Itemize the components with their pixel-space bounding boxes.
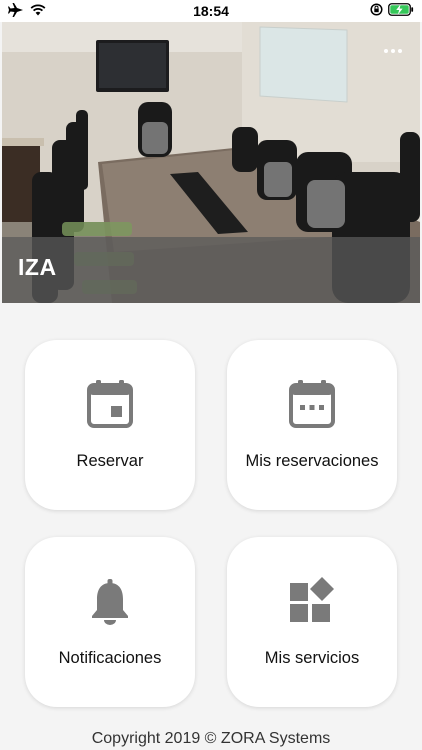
reservar-tile[interactable]: Reservar (25, 340, 195, 510)
mis-servicios-tile[interactable]: Mis servicios (227, 537, 397, 707)
tile-label: Notificaciones (58, 649, 162, 667)
notificaciones-tile[interactable]: Notificaciones (25, 537, 195, 707)
hero-title-overlay (2, 237, 420, 303)
battery-charging-icon (388, 3, 414, 16)
hero-title: IZA (18, 254, 57, 280)
more-options-button[interactable] (384, 46, 406, 56)
status-right (370, 3, 414, 16)
copyright-footer: Copyright 2019 © ZORA Systems (91, 730, 331, 747)
calendar-today-icon (87, 380, 133, 428)
more-dots-icon (384, 49, 388, 53)
rotation-lock-icon (370, 3, 383, 16)
bell-icon (92, 579, 128, 625)
widgets-icon (290, 577, 334, 622)
status-bar: 18:54 (0, 0, 422, 22)
mis-reservaciones-tile[interactable]: Mis reservaciones (227, 340, 397, 510)
hero-banner: IZA (2, 22, 420, 303)
calendar-list-icon (289, 380, 335, 428)
tile-label: Mis servicios (264, 649, 360, 667)
status-time: 18:54 (193, 3, 229, 19)
tile-label: Mis reservaciones (245, 452, 379, 470)
tile-label: Reservar (76, 452, 144, 470)
